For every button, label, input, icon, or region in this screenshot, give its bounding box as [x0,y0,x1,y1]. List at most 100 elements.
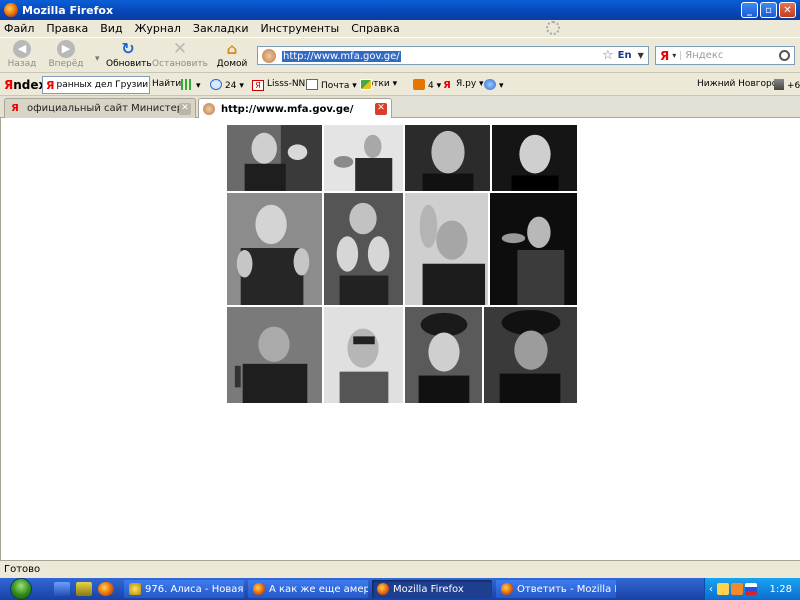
taskbar-item[interactable]: А как же еще амер... [248,580,368,598]
menu-bar: Файл Правка Вид Журнал Закладки Инструме… [0,20,800,37]
counter-widget[interactable]: 4 ▾ [413,79,441,91]
menu-edit[interactable]: Правка [46,22,88,35]
tab-label: http://www.mfa.gov.ge/ [221,103,354,115]
yandex-query-text[interactable]: ранных дел Грузии [56,80,148,90]
home-label: Домой [216,59,248,69]
maximize-button[interactable]: ▫ [760,2,777,18]
tab-close-icon[interactable]: ✕ [375,103,387,115]
clock: 1:28 [769,583,792,595]
mail-button[interactable]: Почта ▾ [306,79,357,91]
system-tray: ‹ 1:28 [704,578,800,600]
tray-app-icon[interactable] [731,583,743,595]
lisss-nn-bookmark[interactable]: Я Lisss-NN [252,79,305,91]
back-button[interactable]: ◀ Назад [0,40,44,69]
photo-collage [226,124,578,404]
window-title: Mozilla Firefox [22,3,114,17]
loading-throbber-icon [546,21,560,35]
photos-button[interactable]: Фотки ▾ [360,79,397,90]
taskbar-item[interactable]: Ответить - Mozilla Fi... [496,580,616,598]
forward-label: Вперёд [48,59,84,69]
minimize-button[interactable]: _ [741,2,758,18]
bookmark-star-icon[interactable]: ☆ [602,48,614,63]
lisss-icon: Я [252,80,264,91]
yandex-query-icon: Я [46,78,55,92]
tab-mfa-gov-ge[interactable]: http://www.mfa.gov.ge/ ✕ [198,98,392,119]
taskbar-item-active[interactable]: Mozilla Firefox [372,580,492,598]
taskbar-item[interactable]: 976. Алиса - Новая ... [124,580,244,598]
collage-photo [226,124,323,192]
collage-photo [489,192,578,306]
url-value[interactable]: http://www.mfa.gov.ge/ [282,51,401,62]
show-desktop-icon[interactable] [54,582,70,596]
yandex-favicon-icon: Я [11,102,19,114]
yandex-find-button[interactable]: Найти [152,79,181,89]
menu-tools[interactable]: Инструменты [261,22,340,35]
firefox-icon [253,583,265,595]
tab-bar: Я официальный сайт Министерства ин... ✕ … [0,96,800,119]
language-indicator[interactable]: En [618,50,632,61]
menu-help[interactable]: Справка [351,22,399,35]
yandex-search-field[interactable]: Я ранных дел Грузии [42,76,150,94]
status-text: Готово [4,564,41,575]
url-dropdown-icon[interactable]: ▼ [638,51,644,60]
tray-expand-icon[interactable]: ‹ [709,584,713,595]
site-favicon-icon [262,48,276,63]
reload-button[interactable]: ↻ Обновить [106,40,152,70]
tray-app-icon[interactable] [717,583,729,595]
search-icon[interactable] [779,50,790,61]
collage-photo [404,124,491,192]
collage-photo [323,306,404,404]
stop-label: Остановить [152,59,208,69]
quicklaunch-app-icon[interactable] [76,582,92,596]
qip-icon [129,583,141,595]
signal-bars-icon[interactable]: ▾ [181,79,201,91]
status-bar: Готово [0,560,800,578]
yaru-button[interactable]: Я Я.ру ▾ [441,79,483,91]
start-button[interactable] [0,578,42,600]
yandex-logo[interactable]: Яndex [4,78,46,92]
menu-view[interactable]: Вид [100,22,122,35]
collage-photo [226,306,323,404]
messages-widget[interactable]: 24 ▾ [210,79,244,91]
tab-close-icon[interactable]: ✕ [179,102,191,115]
collage-photo [404,306,483,404]
tab-mfa-official[interactable]: Я официальный сайт Министерства ин... ✕ [4,98,196,118]
weather-city[interactable]: Нижний Новгород [697,79,783,89]
url-field[interactable]: http://www.mfa.gov.ge/ [282,49,600,62]
back-label: Назад [7,59,37,69]
firefox-icon [377,583,389,595]
url-bar[interactable]: http://www.mfa.gov.ge/ ☆ En ▼ [257,46,649,65]
menu-file[interactable]: Файл [4,22,34,35]
search-bar[interactable]: Я ▾ Яндекс [655,46,795,65]
collage-photo [323,124,404,192]
globe-widget[interactable]: ▾ [484,79,504,91]
counter-icon [413,79,425,90]
windows-start-orb-icon[interactable] [10,578,32,600]
collage-photo [226,192,323,306]
collage-photo [323,192,404,306]
menu-history[interactable]: Журнал [135,22,181,35]
forward-button[interactable]: ▶ Вперёд [44,40,88,69]
menu-bookmarks[interactable]: Закладки [193,22,249,35]
forward-arrow-icon: ▶ [57,40,75,58]
navigation-toolbar: ◀ Назад ▶ Вперёд ▾ ↻ Обновить ✕ Останови… [0,37,800,73]
collage-photo [404,192,489,306]
search-engine-dropdown-icon[interactable]: ▾ [672,51,682,60]
collage-photo [491,124,578,192]
home-icon: ⌂ [226,40,238,58]
weather-temp[interactable]: +6 [774,79,800,91]
title-bar: Mozilla Firefox _ ▫ ✕ [0,0,800,20]
yandex-search-engine-icon[interactable]: Я [660,49,669,63]
yaru-icon: Я [443,80,451,91]
city-weather-icon [774,79,784,90]
close-button[interactable]: ✕ [779,2,796,18]
mfa-favicon-icon [203,103,215,115]
photos-icon [360,79,372,90]
history-dropdown-icon[interactable]: ▾ [95,54,100,64]
home-button[interactable]: ⌂ Домой [210,40,254,69]
search-input[interactable]: Яндекс [685,50,779,61]
quicklaunch-firefox-icon[interactable] [98,582,114,596]
yandex-toolbar: Яndex Я ранных дел Грузии Найти ▾ 24 ▾ Я… [0,74,800,96]
language-flag-icon[interactable] [745,583,757,595]
stop-button[interactable]: ✕ Остановить [152,40,208,69]
